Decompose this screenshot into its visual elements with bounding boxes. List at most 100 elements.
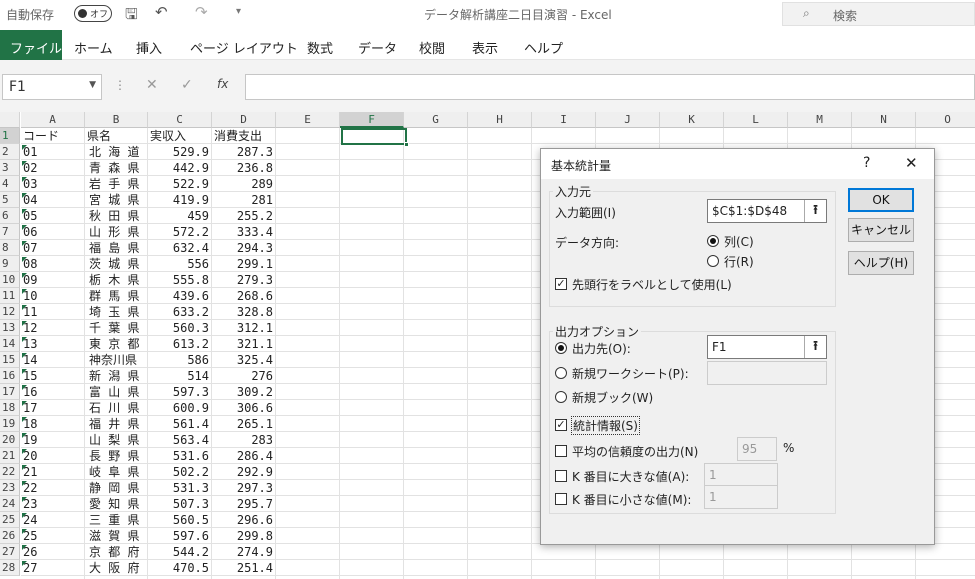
- table-cell[interactable]: 251.4: [214, 560, 276, 576]
- table-cell[interactable]: 富 山 県: [87, 384, 148, 400]
- table-cell[interactable]: 03: [23, 176, 85, 192]
- row-header[interactable]: 18: [0, 400, 20, 416]
- table-cell[interactable]: 295.7: [214, 496, 276, 512]
- table-cell[interactable]: 岩 手 県: [87, 176, 148, 192]
- table-cell[interactable]: 23: [23, 496, 85, 512]
- table-cell[interactable]: 06: [23, 224, 85, 240]
- table-cell[interactable]: 25: [23, 528, 85, 544]
- header-cell[interactable]: 実収入: [150, 128, 212, 144]
- table-cell[interactable]: 神奈川県: [87, 352, 148, 368]
- column-header-l[interactable]: L: [724, 112, 788, 128]
- column-header-j[interactable]: J: [596, 112, 660, 128]
- table-cell[interactable]: 石 川 県: [87, 400, 148, 416]
- table-cell[interactable]: 山 梨 県: [87, 432, 148, 448]
- table-cell[interactable]: 522.9: [150, 176, 212, 192]
- row-header[interactable]: 20: [0, 432, 20, 448]
- chevron-down-icon[interactable]: ▼: [89, 80, 96, 90]
- kth-smallest-checkbox[interactable]: [555, 493, 567, 505]
- table-cell[interactable]: 236.8: [214, 160, 276, 176]
- table-cell[interactable]: 群 馬 県: [87, 288, 148, 304]
- row-header[interactable]: 8: [0, 240, 20, 256]
- table-cell[interactable]: 296.6: [214, 512, 276, 528]
- table-cell[interactable]: 埼 玉 県: [87, 304, 148, 320]
- column-header-c[interactable]: C: [148, 112, 212, 128]
- table-cell[interactable]: 長 野 県: [87, 448, 148, 464]
- select-all-corner[interactable]: [0, 112, 20, 128]
- table-cell[interactable]: 328.8: [214, 304, 276, 320]
- row-header[interactable]: 25: [0, 512, 20, 528]
- row-header[interactable]: 7: [0, 224, 20, 240]
- table-cell[interactable]: 281: [214, 192, 276, 208]
- table-cell[interactable]: 287.3: [214, 144, 276, 160]
- table-cell[interactable]: 東 京 都: [87, 336, 148, 352]
- table-cell[interactable]: 333.4: [214, 224, 276, 240]
- column-header-o[interactable]: O: [916, 112, 975, 128]
- search-box[interactable]: ⌕ 検索: [782, 2, 975, 26]
- table-cell[interactable]: 531.3: [150, 480, 212, 496]
- row-header[interactable]: 13: [0, 320, 20, 336]
- confidence-checkbox[interactable]: [555, 445, 567, 457]
- column-header-b[interactable]: B: [85, 112, 148, 128]
- tab-file[interactable]: ファイル: [0, 30, 62, 60]
- table-cell[interactable]: 613.2: [150, 336, 212, 352]
- column-header-k[interactable]: K: [660, 112, 724, 128]
- table-cell[interactable]: 555.8: [150, 272, 212, 288]
- table-cell[interactable]: 561.4: [150, 416, 212, 432]
- row-header[interactable]: 4: [0, 176, 20, 192]
- table-cell[interactable]: 福 井 県: [87, 416, 148, 432]
- table-cell[interactable]: 福 島 県: [87, 240, 148, 256]
- help-button[interactable]: ヘルプ(H): [848, 251, 914, 275]
- table-cell[interactable]: 419.9: [150, 192, 212, 208]
- redo-icon[interactable]: ↷: [195, 3, 208, 21]
- column-header-e[interactable]: E: [276, 112, 340, 128]
- table-cell[interactable]: 268.6: [214, 288, 276, 304]
- table-cell[interactable]: 283: [214, 432, 276, 448]
- column-header-m[interactable]: M: [788, 112, 852, 128]
- table-cell[interactable]: 宮 城 県: [87, 192, 148, 208]
- table-cell[interactable]: 05: [23, 208, 85, 224]
- tab-review[interactable]: 校閲: [419, 38, 445, 57]
- table-cell[interactable]: 三 重 県: [87, 512, 148, 528]
- tab-page-layout[interactable]: ページ レイアウト: [190, 38, 298, 57]
- table-cell[interactable]: 17: [23, 400, 85, 416]
- table-cell[interactable]: 02: [23, 160, 85, 176]
- header-cell[interactable]: 消費支出: [214, 128, 276, 144]
- table-cell[interactable]: 04: [23, 192, 85, 208]
- table-cell[interactable]: 507.3: [150, 496, 212, 512]
- row-header[interactable]: 17: [0, 384, 20, 400]
- labels-first-row-checkbox[interactable]: ✓: [555, 278, 567, 290]
- insert-function-icon[interactable]: fx: [217, 77, 228, 91]
- table-cell[interactable]: 325.4: [214, 352, 276, 368]
- table-cell[interactable]: 13: [23, 336, 85, 352]
- row-header[interactable]: 26: [0, 528, 20, 544]
- table-cell[interactable]: 531.6: [150, 448, 212, 464]
- table-cell[interactable]: 299.8: [214, 528, 276, 544]
- table-cell[interactable]: 297.3: [214, 480, 276, 496]
- output-range-radio[interactable]: [555, 342, 567, 354]
- table-cell[interactable]: 01: [23, 144, 85, 160]
- table-cell[interactable]: 514: [150, 368, 212, 384]
- table-cell[interactable]: 439.6: [150, 288, 212, 304]
- table-cell[interactable]: 276: [214, 368, 276, 384]
- tab-home[interactable]: ホーム: [74, 38, 113, 57]
- table-cell[interactable]: 20: [23, 448, 85, 464]
- column-header-f[interactable]: F: [340, 112, 404, 128]
- table-cell[interactable]: 08: [23, 256, 85, 272]
- table-cell[interactable]: 10: [23, 288, 85, 304]
- collapse-dialog-icon[interactable]: ⭱: [804, 200, 826, 222]
- table-cell[interactable]: 24: [23, 512, 85, 528]
- new-book-radio[interactable]: [555, 391, 567, 403]
- row-header[interactable]: 16: [0, 368, 20, 384]
- table-cell[interactable]: 560.5: [150, 512, 212, 528]
- row-header[interactable]: 9: [0, 256, 20, 272]
- row-header[interactable]: 24: [0, 496, 20, 512]
- tab-view[interactable]: 表示: [472, 38, 498, 57]
- row-header[interactable]: 10: [0, 272, 20, 288]
- table-cell[interactable]: 北 海 道: [87, 144, 148, 160]
- table-cell[interactable]: 14: [23, 352, 85, 368]
- column-header-h[interactable]: H: [468, 112, 532, 128]
- table-cell[interactable]: 597.3: [150, 384, 212, 400]
- table-cell[interactable]: 586: [150, 352, 212, 368]
- table-cell[interactable]: 大 阪 府: [87, 560, 148, 576]
- column-header-n[interactable]: N: [852, 112, 916, 128]
